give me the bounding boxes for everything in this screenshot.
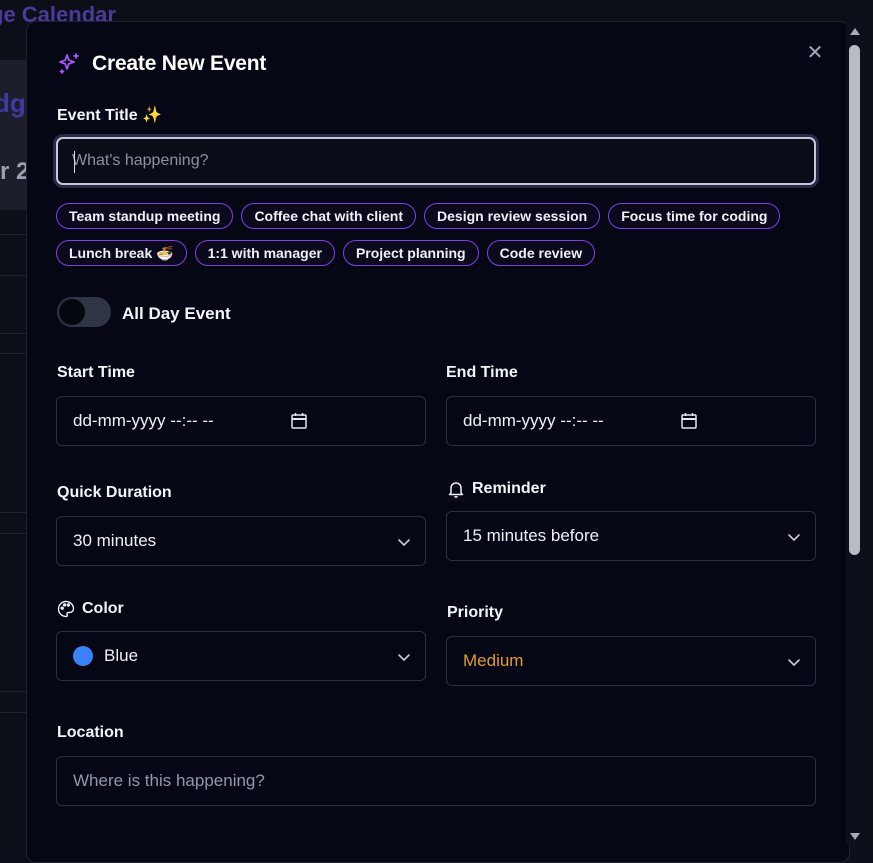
chevron-down-icon (398, 654, 410, 661)
background-panel-text: r 2 (0, 158, 30, 185)
title-suggestions: Team standup meeting Coffee chat with cl… (56, 203, 826, 277)
scrollbar[interactable] (846, 21, 864, 844)
suggestion-row: Team standup meeting Coffee chat with cl… (56, 203, 826, 229)
chevron-down-icon (788, 659, 800, 666)
suggestion-chip[interactable]: Design review session (424, 203, 601, 229)
event-title-input[interactable] (58, 139, 814, 183)
priority-value: Medium (463, 651, 524, 670)
reminder-value: 15 minutes before (463, 526, 600, 545)
palette-icon (57, 600, 75, 618)
all-day-label: All Day Event (122, 304, 231, 323)
bell-icon (448, 482, 464, 498)
color-value: Blue (104, 646, 139, 665)
suggestion-chip[interactable]: Focus time for coding (608, 203, 781, 229)
modal-header: Create New Event (57, 52, 266, 76)
start-time-input[interactable]: dd-mm-yyyy --:-- -- (56, 396, 426, 446)
suggestion-chip[interactable]: Lunch break 🍜 (56, 240, 187, 266)
all-day-toggle[interactable] (57, 297, 111, 327)
reminder-label-text: Reminder (472, 480, 546, 497)
calendar-icon[interactable] (291, 412, 307, 429)
start-time-value: dd-mm-yyyy --:-- -- (73, 411, 214, 430)
priority-label: Priority (447, 604, 504, 621)
suggestion-row: Lunch break 🍜 1:1 with manager Project p… (56, 240, 826, 266)
chevron-down-icon (398, 539, 410, 546)
reminder-select[interactable]: 15 minutes before (446, 511, 816, 561)
calendar-icon[interactable] (681, 412, 697, 429)
location-input[interactable] (73, 757, 799, 805)
background-panel-text: dg (0, 88, 26, 118)
quick-duration-value: 30 minutes (73, 531, 157, 550)
end-time-input[interactable]: dd-mm-yyyy --:-- -- (446, 396, 816, 446)
event-title-field[interactable] (56, 137, 816, 185)
scroll-down-arrow[interactable] (850, 833, 860, 840)
create-event-modal: ✕ Create New Event Event Title ✨ Team st… (26, 21, 850, 863)
scroll-up-arrow[interactable] (850, 28, 860, 35)
color-label-text: Color (82, 600, 124, 617)
color-swatch (73, 646, 93, 666)
end-time-label: End Time (446, 364, 518, 381)
modal-title: Create New Event (92, 52, 267, 75)
chevron-down-icon (788, 534, 800, 541)
suggestion-chip[interactable]: Team standup meeting (56, 203, 234, 229)
close-button[interactable]: ✕ (805, 43, 825, 63)
color-label: Color (57, 600, 124, 618)
priority-select[interactable]: Medium (446, 636, 816, 686)
quick-duration-label: Quick Duration (57, 484, 172, 501)
start-time-label: Start Time (57, 364, 135, 381)
quick-duration-select[interactable]: 30 minutes (56, 516, 426, 566)
suggestion-chip[interactable]: Coffee chat with client (241, 203, 417, 229)
toggle-knob (59, 299, 85, 325)
location-field[interactable] (56, 756, 816, 806)
event-title-label: Event Title ✨ (57, 107, 162, 124)
suggestion-chip[interactable]: Code review (486, 240, 596, 266)
close-icon: ✕ (806, 42, 824, 64)
reminder-label: Reminder (447, 480, 546, 498)
suggestion-chip[interactable]: Project planning (342, 240, 479, 266)
text-caret (74, 151, 75, 173)
scrollbar-thumb[interactable] (849, 45, 860, 555)
color-select[interactable]: Blue (56, 631, 426, 681)
suggestion-chip[interactable]: 1:1 with manager (194, 240, 335, 266)
location-label: Location (57, 724, 124, 741)
end-time-value: dd-mm-yyyy --:-- -- (463, 411, 604, 430)
sparkles-icon (59, 53, 79, 74)
